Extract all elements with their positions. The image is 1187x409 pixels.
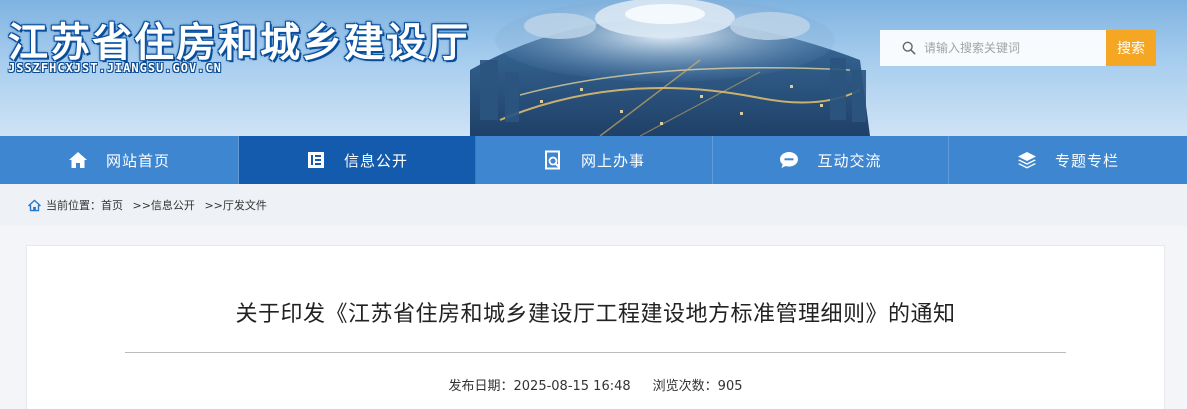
- chat-bubble-icon: [779, 150, 799, 170]
- site-domain: JSSZFHCXJST.JIANGSU.GOV.CN: [8, 61, 222, 75]
- search-button[interactable]: 搜索: [1106, 30, 1156, 66]
- search-box: [880, 30, 1106, 66]
- breadcrumb-link-dept-documents[interactable]: >>厅发文件: [204, 197, 266, 213]
- breadcrumb-link-home[interactable]: 首页: [101, 197, 123, 213]
- main-nav: 网站首页 信息公开 网上办事 互动交流 专题专栏: [0, 136, 1187, 184]
- document-icon: [306, 150, 326, 170]
- nav-item-label: 网站首页: [105, 151, 170, 170]
- home-small-icon: [28, 199, 41, 212]
- title-divider: [125, 352, 1066, 353]
- header-banner: 江苏省住房和城乡建设厅 JSSZFHCXJST.JIANGSU.GOV.CN 搜…: [0, 0, 1187, 136]
- search-bar: 搜索: [880, 30, 1156, 66]
- online-service-icon: [543, 150, 563, 170]
- nav-item-special-topics[interactable]: 专题专栏: [949, 136, 1187, 184]
- publish-date-label: 发布日期：: [448, 379, 514, 394]
- search-icon: [902, 41, 916, 55]
- nav-item-label: 网上办事: [580, 151, 645, 170]
- publish-date: 2025-08-15 16:48: [513, 379, 631, 394]
- article-card: 关于印发《江苏省住房和城乡建设厅工程建设地方标准管理细则》的通知 发布日期：20…: [26, 245, 1165, 409]
- breadcrumb-prefix: 当前位置：: [46, 199, 101, 212]
- nav-item-online-service[interactable]: 网上办事: [476, 136, 713, 184]
- article-meta: 发布日期：2025-08-15 16:48 浏览次数：905: [27, 375, 1164, 394]
- nav-item-label: 专题专栏: [1054, 151, 1119, 170]
- search-input[interactable]: [924, 41, 1094, 55]
- nav-item-home[interactable]: 网站首页: [0, 136, 239, 184]
- nav-item-info-disclosure[interactable]: 信息公开: [239, 136, 476, 184]
- breadcrumb-link-info-disclosure[interactable]: >>信息公开: [133, 197, 195, 213]
- home-icon: [68, 150, 88, 170]
- nav-item-label: 互动交流: [817, 151, 882, 170]
- view-count: 905: [717, 379, 743, 394]
- site-title: 江苏省住房和城乡建设厅: [8, 19, 470, 66]
- breadcrumb: 当前位置： 首页 >>信息公开 >>厅发文件: [0, 184, 1187, 226]
- layers-icon: [1017, 150, 1037, 170]
- article-title: 关于印发《江苏省住房和城乡建设厅工程建设地方标准管理细则》的通知: [235, 302, 956, 327]
- nav-item-label: 信息公开: [343, 151, 408, 170]
- view-count-label: 浏览次数：: [652, 379, 718, 394]
- nav-item-interaction[interactable]: 互动交流: [713, 136, 949, 184]
